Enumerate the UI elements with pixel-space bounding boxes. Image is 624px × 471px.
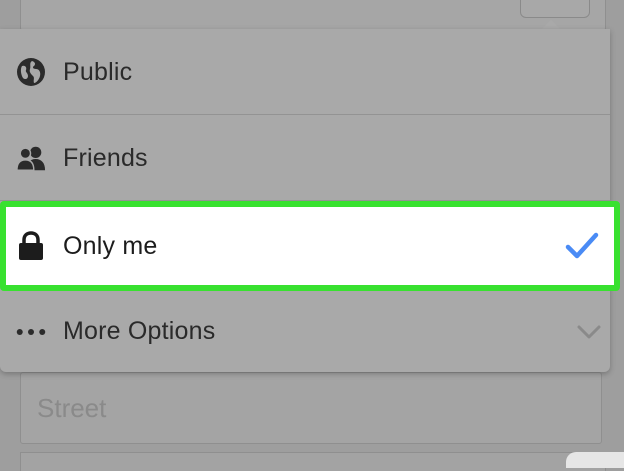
menu-item-label: More Options (63, 317, 216, 345)
background-privacy-button (520, 0, 590, 18)
menu-item-label: Public (63, 57, 133, 86)
menu-item-more-options[interactable]: More Options (0, 291, 610, 372)
street-field[interactable]: Street (20, 372, 602, 444)
menu-item-label: Only me (63, 231, 158, 260)
menu-item-label: Friends (63, 143, 148, 172)
globe-icon (16, 57, 46, 87)
friends-icon (16, 143, 46, 173)
background-bottom-button (566, 452, 624, 468)
checkmark-icon (564, 228, 600, 264)
more-dots-icon (16, 317, 46, 347)
background-field-bottom (20, 452, 606, 471)
menu-item-public[interactable]: Public (0, 29, 610, 115)
menu-item-friends[interactable]: Friends (0, 115, 610, 201)
chevron-down-icon[interactable] (576, 319, 602, 345)
background-field (20, 0, 606, 32)
menu-item-only-me[interactable]: Only me (0, 201, 620, 291)
lock-icon (16, 231, 46, 261)
street-placeholder: Street (37, 393, 107, 423)
